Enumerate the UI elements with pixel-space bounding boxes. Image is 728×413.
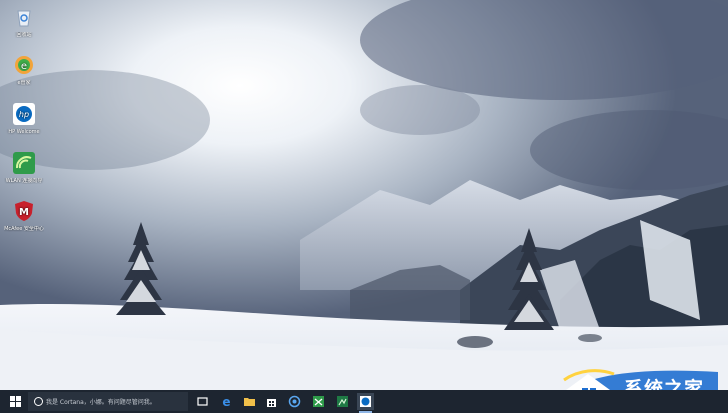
store-bag-icon (267, 399, 276, 407)
browser-desktop-icon[interactable]: e e管家 (4, 54, 44, 86)
svg-text:e: e (222, 395, 230, 409)
hp-app-taskbar-button[interactable] (357, 393, 374, 413)
hp-welcome-desktop-icon[interactable]: hp HP Welcome (4, 103, 44, 135)
task-view-button[interactable] (194, 393, 211, 410)
desktop-wallpaper (0, 0, 728, 390)
mcafee-shield-icon: M (15, 201, 33, 221)
desktop-icon-label: 回收站 (16, 32, 32, 38)
browser-e-icon: e (15, 56, 33, 74)
photos-taskbar-button[interactable] (286, 393, 303, 410)
xbox-icon (313, 396, 324, 407)
edge-taskbar-button[interactable]: e (218, 393, 235, 410)
desktop-icon-label: HP Welcome (8, 129, 40, 135)
spreadsheet-taskbar-button[interactable] (334, 393, 351, 410)
wireless-app-desktop-icon[interactable]: WLAN 连接向导 (4, 152, 44, 184)
photos-icon (288, 395, 301, 408)
recycle-bin-icon (17, 10, 31, 27)
folder-icon (244, 398, 255, 406)
cortana-icon (34, 397, 43, 406)
desktop-icon-label: e管家 (17, 80, 31, 86)
start-windows-icon[interactable] (8, 394, 23, 409)
xbox-taskbar-button[interactable] (310, 393, 327, 410)
cortana-search-box[interactable]: 我是 Cortana，小娜。有问题尽管问我。 (28, 392, 188, 411)
svg-text:hp: hp (19, 110, 29, 119)
search-placeholder: 我是 Cortana，小娜。有问题尽管问我。 (46, 399, 156, 406)
recycle-bin-desktop-icon[interactable]: 回收站 (4, 6, 44, 38)
mcafee-desktop-icon[interactable]: M McAfee 安全中心 (4, 200, 44, 232)
wireless-app-icon (13, 152, 35, 174)
desktop-icon-label: McAfee 安全中心 (4, 226, 44, 232)
task-view-icon (197, 397, 208, 406)
spreadsheet-icon (337, 396, 348, 407)
hp-logo-icon: hp (13, 103, 35, 125)
svg-text:M: M (19, 207, 29, 218)
taskbar: 我是 Cortana，小娜。有问题尽管问我。 e (0, 390, 728, 413)
file-explorer-taskbar-button[interactable] (241, 393, 258, 410)
hp-app-icon (360, 396, 371, 407)
store-taskbar-button[interactable] (263, 393, 280, 410)
svg-text:e: e (21, 61, 27, 72)
desktop-icon-label: WLAN 连接向导 (5, 178, 43, 184)
desktop-screen: 回收站 e e管家 hp HP Welcome WLAN 连接向导 M McAf… (0, 0, 728, 413)
edge-icon: e (222, 395, 230, 409)
